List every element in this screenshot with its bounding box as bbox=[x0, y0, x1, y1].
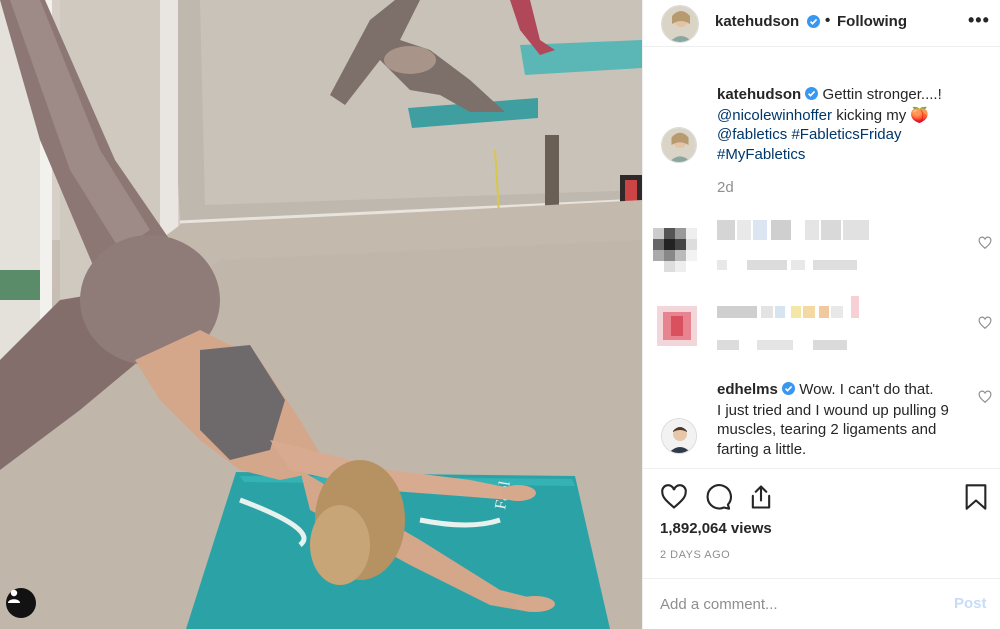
verified-badge-icon bbox=[807, 15, 820, 33]
follow-status-button[interactable]: Following bbox=[837, 13, 907, 30]
comment-like-heart-icon[interactable] bbox=[978, 316, 992, 335]
post-header: katehudson • Following ••• bbox=[643, 0, 1000, 47]
comment-icon[interactable] bbox=[704, 483, 732, 516]
comment-body: Wow. I can't do that. bbox=[799, 381, 934, 398]
author-username[interactable]: katehudson bbox=[715, 13, 799, 30]
comments-section: katehudson Gettin stronger....! @nicolew… bbox=[643, 48, 1000, 468]
caption-text-part: kicking my bbox=[836, 106, 907, 124]
post-video-frame: Fabl bbox=[0, 0, 642, 629]
mention-link[interactable]: @nicolewinhoffer bbox=[717, 107, 832, 124]
post-panel: katehudson • Following ••• katehudson Ge… bbox=[642, 0, 1000, 629]
pixelated-avatar bbox=[657, 306, 697, 346]
hashtag-link[interactable]: #MyFabletics bbox=[717, 146, 805, 163]
post-age[interactable]: 2 DAYS AGO bbox=[660, 549, 730, 561]
comment-body: farting a little. bbox=[717, 440, 807, 458]
separator-dot: • bbox=[825, 12, 831, 29]
verified-badge-icon bbox=[805, 86, 819, 106]
mention-link[interactable]: @fabletics bbox=[717, 126, 787, 143]
comment-like-heart-icon[interactable] bbox=[978, 390, 992, 409]
commenter-avatar[interactable] bbox=[661, 418, 697, 454]
commenter-username[interactable]: edhelms bbox=[717, 381, 778, 398]
author-avatar[interactable] bbox=[661, 5, 699, 43]
hashtag-link[interactable]: #FableticsFriday bbox=[791, 126, 901, 143]
caption-avatar[interactable] bbox=[661, 127, 697, 163]
heart-icon[interactable] bbox=[660, 483, 688, 516]
comment-like-heart-icon[interactable] bbox=[978, 236, 992, 255]
peach-emoji: 🍑 bbox=[910, 106, 930, 124]
bookmark-icon[interactable] bbox=[963, 483, 989, 516]
share-icon[interactable] bbox=[747, 483, 775, 516]
view-count[interactable]: 1,892,064 views bbox=[660, 520, 772, 537]
caption-text: katehudson Gettin stronger....! @nicolew… bbox=[717, 85, 979, 164]
post-comment-button[interactable]: Post bbox=[954, 595, 987, 612]
comment-body: muscles, tearing 2 ligaments and bbox=[717, 421, 937, 439]
caption-text-part: Gettin stronger....! bbox=[822, 86, 942, 103]
verified-badge-icon bbox=[782, 381, 796, 401]
more-options-icon[interactable]: ••• bbox=[968, 10, 990, 31]
comment-text: edhelms Wow. I can't do that. I just tri… bbox=[717, 380, 979, 459]
pixelated-text bbox=[717, 220, 869, 270]
post-media[interactable]: Fabl bbox=[0, 0, 642, 629]
pixelated-text bbox=[717, 296, 859, 350]
add-comment-bar: Post bbox=[643, 578, 1000, 629]
action-bar: 1,892,064 views 2 DAYS AGO bbox=[643, 468, 1000, 578]
caption-username[interactable]: katehudson bbox=[717, 86, 801, 103]
pixelated-avatar bbox=[653, 228, 697, 272]
caption-time: 2d bbox=[717, 179, 734, 196]
user-tag-icon[interactable] bbox=[6, 588, 36, 618]
comment-body: I just tried and I wound up pulling 9 bbox=[717, 401, 949, 419]
add-comment-input[interactable] bbox=[660, 591, 930, 617]
